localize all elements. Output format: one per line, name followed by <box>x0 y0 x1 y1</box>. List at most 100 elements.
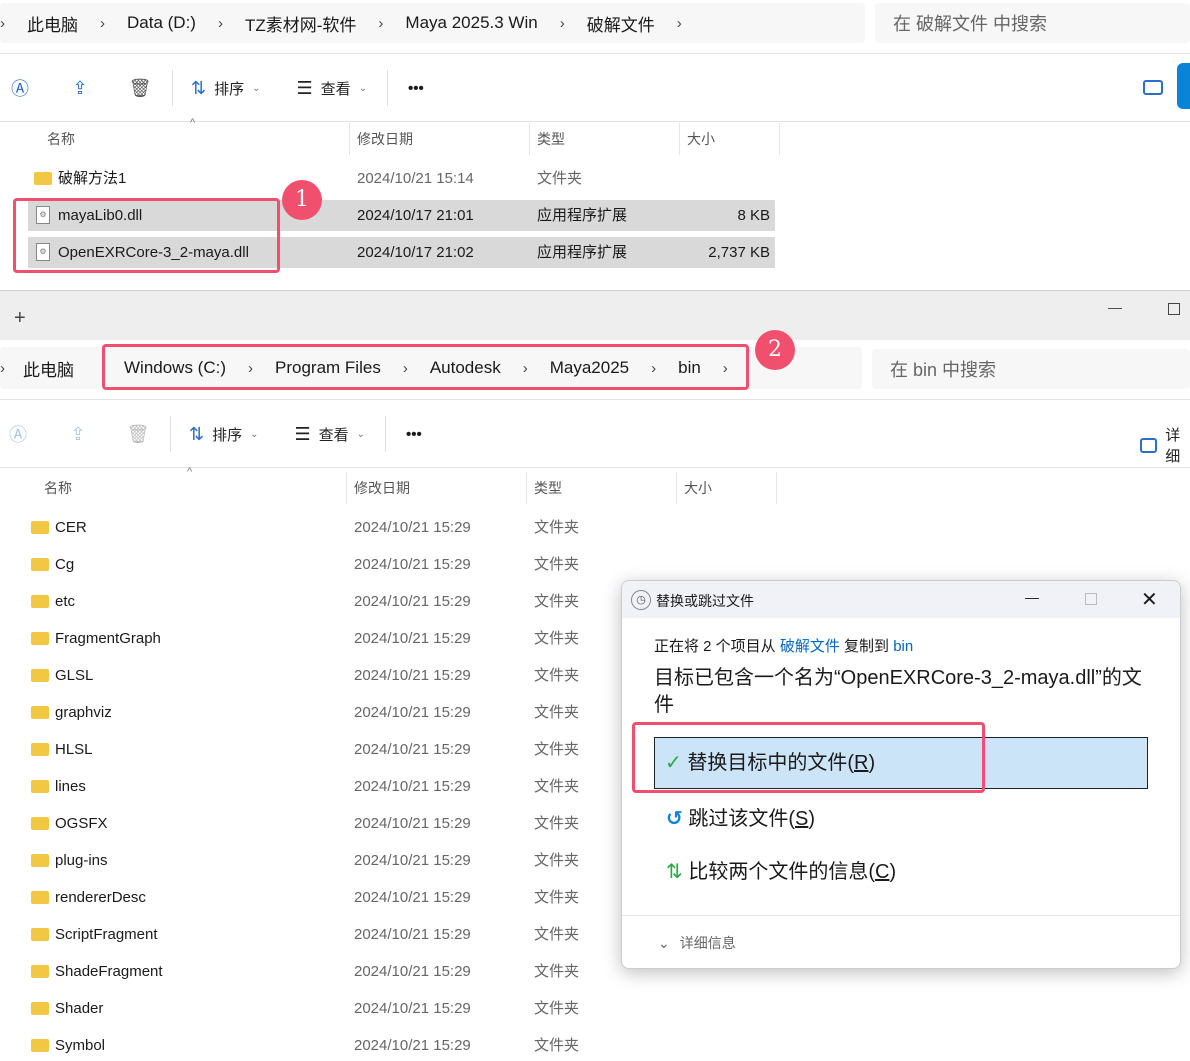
folder-date: 2024/10/21 15:29 <box>354 519 471 536</box>
share-icon[interactable]: ⇪ <box>68 78 92 99</box>
folder-row[interactable]: GLSL 2024/10/21 15:29 文件夹 <box>25 660 585 691</box>
top-search-input[interactable]: 在 破解文件 中搜索 <box>875 3 1190 43</box>
folder-date: 2024/10/21 15:29 <box>354 1000 471 1017</box>
breadcrumb-item[interactable]: 此电脑 <box>23 356 74 381</box>
folder-row[interactable]: CER 2024/10/21 15:29 文件夹 <box>25 512 585 543</box>
tab-bar: + — <box>0 290 1190 340</box>
folder-name: Cg <box>55 556 75 573</box>
folder-type: 文件夹 <box>534 630 580 647</box>
folder-name: OGSFX <box>55 815 108 832</box>
folder-type: 文件夹 <box>534 815 580 832</box>
folder-name: plug-ins <box>55 852 108 869</box>
sort-button[interactable]: ⇅ 排序 ⌄ <box>189 424 259 445</box>
column-type[interactable]: 类型 <box>529 123 565 155</box>
view-label: 查看 <box>318 426 349 444</box>
column-type[interactable]: 类型 <box>526 472 562 504</box>
folder-type: 文件夹 <box>534 963 580 980</box>
dest-link[interactable]: bin <box>893 638 913 655</box>
folder-row[interactable]: HLSL 2024/10/21 15:29 文件夹 <box>25 734 585 765</box>
column-size[interactable]: 大小 <box>676 472 777 504</box>
folder-type: 文件夹 <box>534 593 580 610</box>
folder-icon <box>31 669 49 682</box>
folder-icon <box>31 965 49 978</box>
bottom-column-header: ^ 名称 修改日期 类型 大小 <box>0 466 777 504</box>
breadcrumb-item[interactable]: 破解文件 <box>587 11 655 36</box>
chevron-icon: › <box>217 14 223 32</box>
chevron-icon: › <box>378 14 384 32</box>
folder-row[interactable]: ScriptFragment 2024/10/21 15:29 文件夹 <box>25 919 585 950</box>
folder-name: ScriptFragment <box>55 926 158 943</box>
maximize-button[interactable] <box>1168 303 1180 315</box>
details-button[interactable]: 详细 <box>1140 424 1190 466</box>
column-date[interactable]: 修改日期 <box>346 472 410 504</box>
compare-icon: ⇅ <box>666 861 683 883</box>
folder-row[interactable]: lines 2024/10/21 15:29 文件夹 <box>25 771 585 802</box>
sort-icon: ⇅ <box>191 77 207 98</box>
details-toggle[interactable]: ⌄ 详细信息 <box>658 933 736 953</box>
file-date: 2024/10/21 15:14 <box>357 170 474 187</box>
file-row[interactable]: 破解方法1 2024/10/21 15:14 文件夹 <box>28 163 775 194</box>
chevron-icon: › <box>0 14 5 32</box>
rename-icon[interactable]: Ⓐ <box>8 75 32 101</box>
column-name[interactable]: 名称 <box>37 472 72 504</box>
folder-row[interactable]: rendererDesc 2024/10/21 15:29 文件夹 <box>25 882 585 913</box>
source-link[interactable]: 破解文件 <box>780 638 840 655</box>
folder-name: rendererDesc <box>55 889 146 906</box>
close-button[interactable]: ✕ <box>1141 587 1158 612</box>
folder-type: 文件夹 <box>534 926 580 943</box>
folder-row[interactable]: Shader 2024/10/21 15:29 文件夹 <box>25 993 585 1024</box>
folder-date: 2024/10/21 15:29 <box>354 556 471 573</box>
new-tab-button[interactable]: + <box>14 307 26 330</box>
copy-status: 正在将 2 个项目从 破解文件 复制到 bin <box>654 638 914 655</box>
compare-button[interactable]: ⇅ 比较两个文件的信息(C) <box>666 855 896 884</box>
folder-row[interactable]: FragmentGraph 2024/10/21 15:29 文件夹 <box>25 623 585 654</box>
view-button[interactable]: ☰ 查看 ⌄ <box>297 78 368 99</box>
dialog-title: 替换或跳过文件 <box>656 593 754 609</box>
breadcrumb-item[interactable]: TZ素材网-软件 <box>245 11 356 36</box>
folder-type: 文件夹 <box>534 704 580 721</box>
view-button[interactable]: ☰ 查看 ⌄ <box>295 424 366 445</box>
folder-name: etc <box>55 593 76 610</box>
column-size[interactable]: 大小 <box>679 123 780 155</box>
share-icon[interactable]: ⇪ <box>66 424 90 445</box>
maximize-button[interactable] <box>1085 593 1097 605</box>
folder-row[interactable]: graphviz 2024/10/21 15:29 文件夹 <box>25 697 585 728</box>
rename-icon[interactable]: Ⓐ <box>6 421 30 447</box>
column-date[interactable]: 修改日期 <box>349 123 413 155</box>
folder-row[interactable]: Symbol 2024/10/21 15:29 文件夹 <box>25 1030 585 1061</box>
more-button[interactable]: ••• <box>408 80 424 97</box>
folder-name: Symbol <box>55 1037 106 1054</box>
folder-row[interactable]: OGSFX 2024/10/21 15:29 文件夹 <box>25 808 585 839</box>
breadcrumb-item[interactable]: Data (D:) <box>127 13 196 33</box>
folder-row[interactable]: Cg 2024/10/21 15:29 文件夹 <box>25 549 585 580</box>
folder-row[interactable]: plug-ins 2024/10/21 15:29 文件夹 <box>25 845 585 876</box>
column-name[interactable]: 名称 <box>40 123 75 155</box>
folder-icon <box>31 817 49 830</box>
conflict-message: 目标已包含一个名为“OpenEXRCore-3_2-maya.dll”的文件 <box>654 667 1142 716</box>
bottom-search-input[interactable]: 在 bin 中搜索 <box>872 349 1190 389</box>
folder-type: 文件夹 <box>534 519 580 536</box>
minimize-button[interactable]: — <box>1025 589 1039 605</box>
annotation-badge-1: 1 <box>282 180 322 220</box>
folder-icon <box>31 521 49 534</box>
file-type: 应用程序扩展 <box>537 244 628 261</box>
folder-icon <box>31 891 49 904</box>
breadcrumb-item[interactable]: 此电脑 <box>27 11 78 36</box>
skip-button[interactable]: ↺ 跳过该文件(S) <box>666 802 815 831</box>
minimize-button[interactable]: — <box>1108 299 1122 315</box>
more-button[interactable]: ••• <box>406 426 422 443</box>
accent-button[interactable] <box>1177 63 1190 109</box>
file-size: 8 KB <box>737 207 770 224</box>
chevron-icon: › <box>0 359 5 377</box>
delete-icon[interactable]: 🗑 <box>128 78 152 99</box>
breadcrumb-item[interactable]: Maya 2025.3 Win <box>405 13 537 33</box>
folder-row[interactable]: ShadeFragment 2024/10/21 15:29 文件夹 <box>25 956 585 987</box>
folder-type: 文件夹 <box>534 889 580 906</box>
folder-row[interactable]: etc 2024/10/21 15:29 文件夹 <box>25 586 585 617</box>
details-pane-icon[interactable] <box>1143 80 1163 95</box>
sort-button[interactable]: ⇅ 排序 ⌄ <box>191 78 261 99</box>
folder-type: 文件夹 <box>534 778 580 795</box>
delete-icon[interactable]: 🗑 <box>126 424 150 445</box>
top-column-header: ^ 名称 修改日期 类型 大小 <box>0 117 780 155</box>
details-label: 详细 <box>1165 427 1181 465</box>
